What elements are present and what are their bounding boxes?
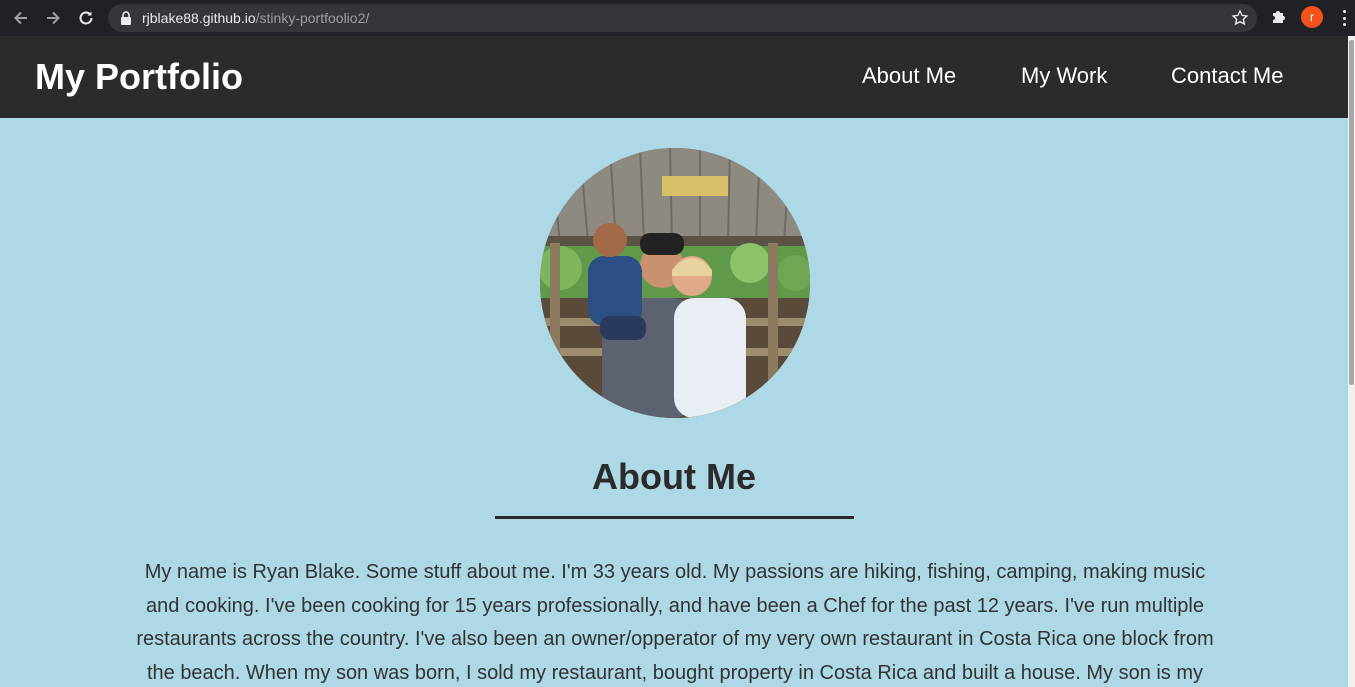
reload-icon[interactable] (74, 6, 98, 30)
more-menu-icon[interactable] (1338, 8, 1350, 28)
wooden-sign (662, 176, 728, 196)
extensions-puzzle-icon[interactable] (1270, 8, 1288, 26)
profile-avatar[interactable]: r (1301, 6, 1323, 28)
lock-icon (121, 11, 131, 25)
site-title[interactable]: My Portfolio (35, 56, 243, 98)
address-bar[interactable]: rjblake88.github.io/stinky-portfoolio2/ (108, 4, 1257, 32)
nav-contact-me[interactable]: Contact Me (1171, 63, 1284, 89)
profile-photo (540, 148, 810, 418)
about-heading: About Me (592, 456, 756, 497)
about-bio-text: My name is Ryan Blake. Some stuff about … (136, 561, 1214, 685)
url-host: rjblake88.github.io (142, 10, 256, 26)
site-header: My Portfolio About Me My Work Contact Me (0, 36, 1348, 118)
star-icon[interactable] (1231, 9, 1249, 27)
forward-arrow-icon[interactable] (41, 6, 65, 30)
nav-about-me[interactable]: About Me (862, 63, 956, 89)
url-path: /stinky-portfoolio2/ (255, 10, 370, 26)
url-text: rjblake88.github.io/stinky-portfoolio2/ (142, 10, 369, 26)
nav-my-work[interactable]: My Work (1021, 63, 1107, 89)
heading-divider (495, 516, 854, 519)
page-scrollbar-thumb[interactable] (1349, 40, 1354, 385)
browser-toolbar: rjblake88.github.io/stinky-portfoolio2/ … (0, 0, 1355, 36)
back-arrow-icon[interactable] (9, 6, 33, 30)
